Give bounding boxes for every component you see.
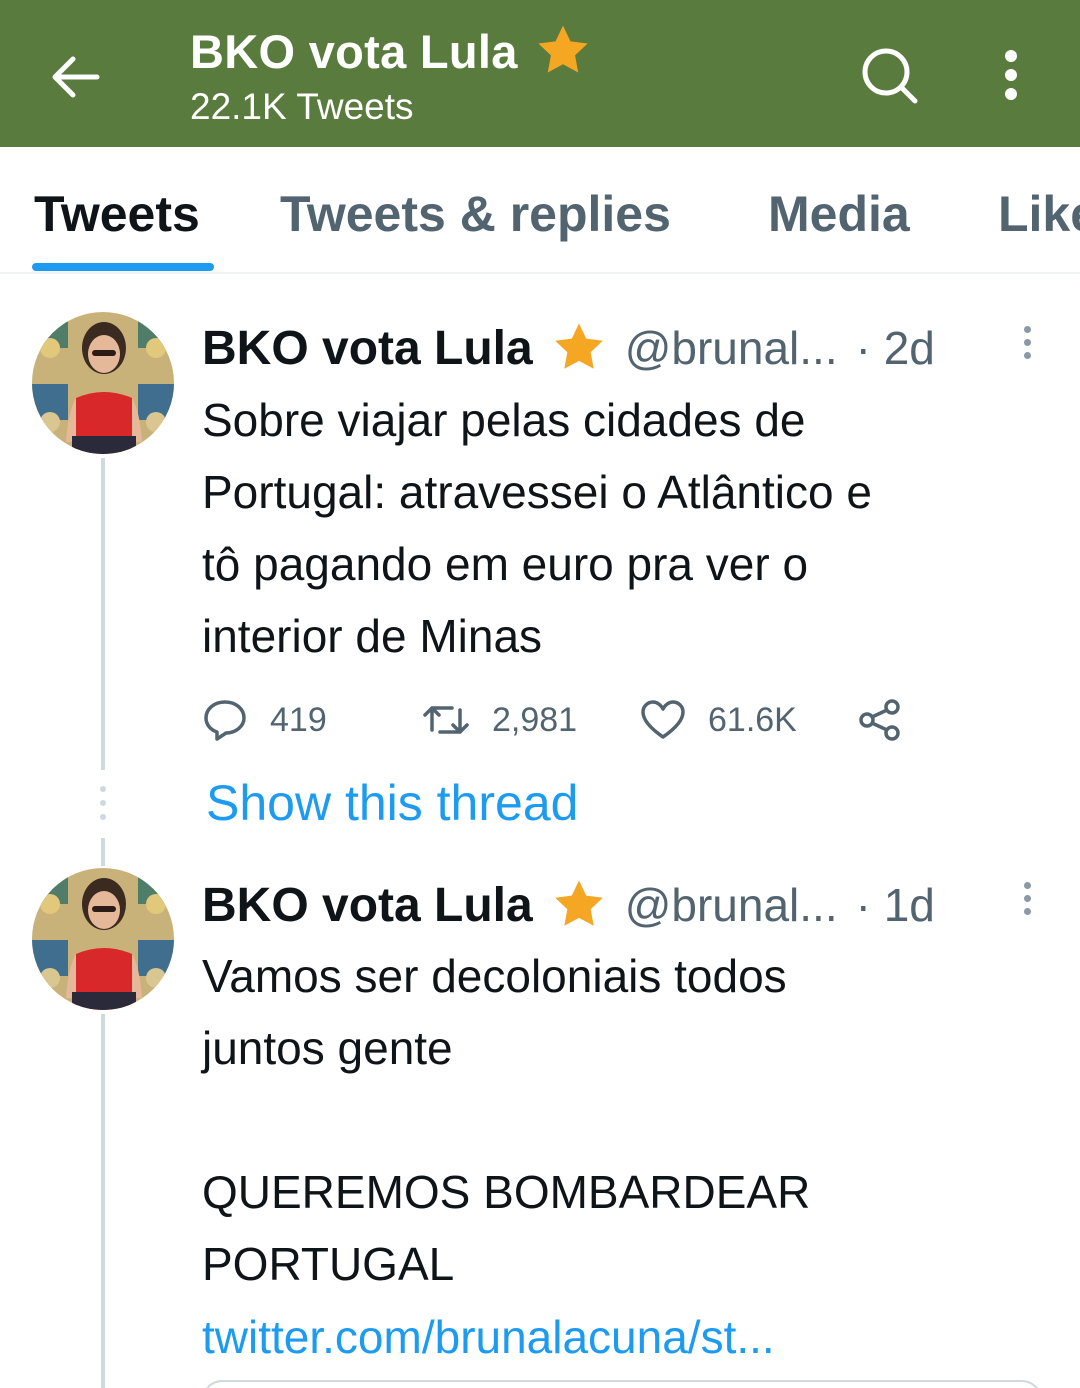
tweet-header: BKO vota Lula @brunal... · 1d <box>202 875 935 935</box>
header-title-row: BKO vota Lula <box>190 22 592 80</box>
back-button[interactable] <box>40 42 110 112</box>
more-options-button[interactable] <box>986 40 1036 110</box>
tweet-timestamp[interactable]: · 1d <box>856 878 935 932</box>
tweet-timestamp[interactable]: · 2d <box>856 321 935 375</box>
avatar[interactable] <box>32 312 174 454</box>
thread-line-connector <box>101 838 105 866</box>
reply-count: 419 <box>270 700 327 739</box>
vertical-dots-icon <box>1023 326 1031 333</box>
header-title: BKO vota Lula <box>190 24 518 78</box>
tweet-more-button[interactable] <box>1020 882 1034 922</box>
star-icon <box>554 323 603 369</box>
retweet-count: 2,981 <box>492 700 578 739</box>
vertical-dots-icon <box>1005 50 1017 100</box>
share-icon <box>859 699 900 741</box>
thread-line <box>101 1014 105 1388</box>
arrow-left-icon <box>52 56 100 98</box>
search-button[interactable] <box>852 38 928 114</box>
thread-dots <box>98 786 108 826</box>
tab-likes[interactable]: Likes <box>998 185 1080 243</box>
avatar[interactable] <box>32 868 174 1010</box>
share-button[interactable] <box>858 690 902 750</box>
tweet-count: 22.1K Tweets <box>190 86 414 127</box>
reply-icon <box>204 700 246 741</box>
show-thread-link[interactable]: Show this thread <box>206 774 578 832</box>
avatar-photo <box>32 868 174 1010</box>
tweet-actions: 419 2,981 61.6K <box>202 690 922 750</box>
heart-icon <box>641 700 685 739</box>
display-name[interactable]: BKO vota Lula <box>202 878 533 933</box>
tab-tweets[interactable]: Tweets <box>34 185 200 243</box>
active-tab-indicator <box>32 263 214 271</box>
retweet-icon <box>423 706 469 734</box>
tweet-text: Vamos ser decoloniais todos juntos gente… <box>202 950 811 1290</box>
retweet-button[interactable]: 2,981 <box>422 690 577 750</box>
star-icon <box>538 25 588 73</box>
reply-button[interactable]: 419 <box>202 690 327 750</box>
tweet-more-button[interactable] <box>1020 326 1034 366</box>
link-card-preview[interactable] <box>202 1380 1042 1388</box>
tabs-divider <box>0 272 1080 274</box>
search-icon <box>862 48 918 104</box>
tweet-header: BKO vota Lula @brunal... · 2d <box>202 318 935 378</box>
tab-tweets-replies[interactable]: Tweets & replies <box>280 185 671 243</box>
star-icon <box>554 880 603 926</box>
user-handle[interactable]: @brunal... <box>625 878 838 932</box>
tweet-text: Sobre viajar pelas cidades de Portugal: … <box>202 394 872 662</box>
user-handle[interactable]: @brunal... <box>625 321 838 375</box>
vertical-dots-icon <box>1023 882 1031 889</box>
profile-tabs: Tweets Tweets & replies Media Likes <box>0 147 1080 273</box>
profile-header: BKO vota Lula 22.1K Tweets <box>0 0 1080 147</box>
tab-media[interactable]: Media <box>768 185 910 243</box>
like-count: 61.6K <box>708 700 797 739</box>
avatar-photo <box>32 312 174 454</box>
display-name[interactable]: BKO vota Lula <box>202 321 533 376</box>
thread-line <box>101 458 105 770</box>
like-button[interactable]: 61.6K <box>640 690 797 750</box>
tweet-link[interactable]: twitter.com/brunalacuna/st... <box>202 1310 775 1364</box>
